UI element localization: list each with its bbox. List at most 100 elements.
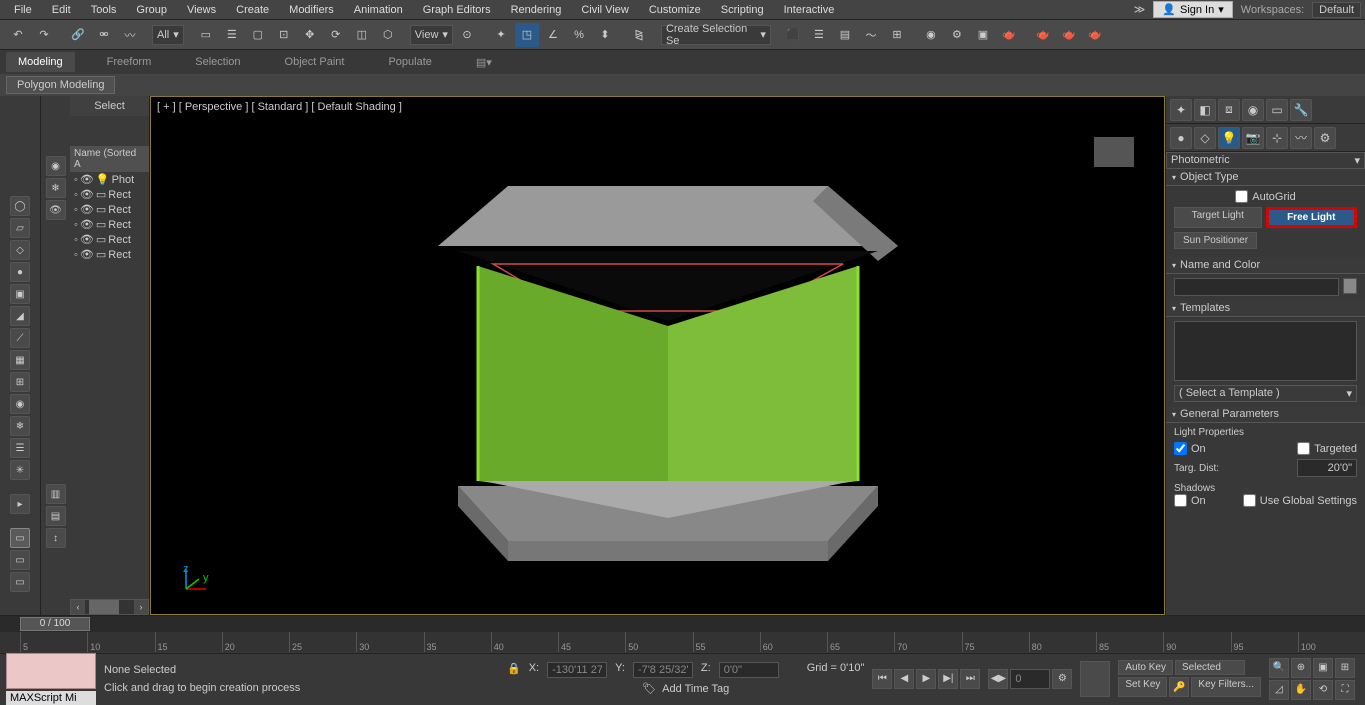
viewport[interactable]: [ + ] [ Perspective ] [ Standard ] [ Def… bbox=[150, 96, 1165, 615]
workspace-dropdown[interactable]: Default bbox=[1312, 2, 1361, 18]
snap-button[interactable]: ◳ bbox=[515, 23, 539, 47]
scene-hide-icon[interactable]: 👁 bbox=[46, 200, 66, 220]
key-filters-button[interactable]: Key Filters... bbox=[1191, 677, 1261, 697]
viewport-label[interactable]: [ + ] [ Perspective ] [ Standard ] [ Def… bbox=[157, 101, 402, 113]
display-bones-icon[interactable]: ⟋ bbox=[10, 328, 30, 348]
pan-button[interactable]: ✋ bbox=[1291, 680, 1311, 700]
time-slider[interactable]: 0 / 100 bbox=[0, 616, 1365, 632]
selection-lock-icon[interactable]: ▭ bbox=[10, 528, 30, 548]
menu-scripting[interactable]: Scripting bbox=[711, 2, 774, 18]
display-layer-icon[interactable]: ✳ bbox=[10, 460, 30, 480]
time-handle[interactable]: 0 / 100 bbox=[20, 617, 90, 631]
menu-modifiers[interactable]: Modifiers bbox=[279, 2, 344, 18]
menu-interactive[interactable]: Interactive bbox=[774, 2, 845, 18]
auto-key-button[interactable]: Auto Key bbox=[1118, 660, 1173, 675]
display-shapes-icon[interactable]: ◇ bbox=[10, 240, 30, 260]
light-on-checkbox[interactable] bbox=[1174, 442, 1187, 455]
pivot-button[interactable]: ⊙ bbox=[455, 23, 479, 47]
ribbon-selection[interactable]: Selection bbox=[183, 52, 252, 72]
autogrid-checkbox[interactable] bbox=[1235, 190, 1248, 203]
list-item[interactable]: ◦👁▭Rect bbox=[70, 232, 149, 247]
select-rotate-button[interactable]: ⟳ bbox=[324, 23, 348, 47]
list-item[interactable]: ◦👁▭Rect bbox=[70, 187, 149, 202]
targ-dist-input[interactable] bbox=[1297, 459, 1357, 477]
filter-dropdown[interactable]: All ▾ bbox=[152, 25, 184, 45]
x-input[interactable] bbox=[547, 662, 607, 678]
goto-end-button[interactable]: ⏭ bbox=[960, 669, 980, 689]
free-light-button[interactable]: Free Light bbox=[1266, 207, 1358, 228]
coord-dropdown[interactable]: View ▾ bbox=[410, 25, 453, 45]
menu-create[interactable]: Create bbox=[226, 2, 279, 18]
render-online-button[interactable]: 🫖 bbox=[1083, 23, 1107, 47]
select-window-button[interactable]: ⊡ bbox=[272, 23, 296, 47]
sun-positioner-button[interactable]: Sun Positioner bbox=[1174, 232, 1257, 249]
targeted-checkbox[interactable] bbox=[1297, 442, 1310, 455]
fov-button[interactable]: ◿ bbox=[1269, 680, 1289, 700]
template-dropdown[interactable]: ( Select a Template )▾ bbox=[1174, 385, 1357, 402]
menu-graph[interactable]: Graph Editors bbox=[413, 2, 501, 18]
ribbon-populate[interactable]: Populate bbox=[376, 52, 443, 72]
sign-in-button[interactable]: 👤 Sign In ▾ bbox=[1153, 1, 1232, 18]
link-button[interactable]: 🔗 bbox=[66, 23, 90, 47]
z-input[interactable] bbox=[719, 662, 779, 678]
material-editor-button[interactable]: ◉ bbox=[919, 23, 943, 47]
lights-icon[interactable]: 💡 bbox=[1218, 127, 1240, 149]
shapes-icon[interactable]: ◇ bbox=[1194, 127, 1216, 149]
render-setup-button[interactable]: ⚙ bbox=[945, 23, 969, 47]
selection-alt-icon[interactable]: ▭ bbox=[10, 550, 30, 570]
list-item[interactable]: ◦👁▭Rect bbox=[70, 247, 149, 262]
menu-civil[interactable]: Civil View bbox=[571, 2, 638, 18]
time-ruler[interactable]: 5 10 15 20 25 30 35 40 45 50 55 60 65 70… bbox=[0, 632, 1365, 652]
curve-editor-button[interactable]: 〜 bbox=[859, 23, 883, 47]
select-place-button[interactable]: ⬡ bbox=[376, 23, 400, 47]
name-color-header[interactable]: ▾Name and Color bbox=[1166, 257, 1365, 274]
scene-hscroll[interactable]: ‹ › bbox=[70, 599, 149, 615]
frame-input[interactable] bbox=[1010, 669, 1050, 689]
menu-rendering[interactable]: Rendering bbox=[501, 2, 572, 18]
play-button[interactable]: ▶ bbox=[916, 669, 936, 689]
scene-expand-icon[interactable]: ▥ bbox=[46, 484, 66, 504]
scene-display-icon[interactable]: ◉ bbox=[46, 156, 66, 176]
manip-button[interactable]: ✦ bbox=[489, 23, 513, 47]
list-item[interactable]: ◦👁💡Phot bbox=[70, 172, 149, 187]
select-object-button[interactable]: ▭ bbox=[194, 23, 218, 47]
bind-button[interactable]: 〰 bbox=[118, 23, 142, 47]
templates-header[interactable]: ▾Templates bbox=[1166, 300, 1365, 317]
set-key-big-button[interactable] bbox=[1080, 661, 1110, 697]
zoom-all-button[interactable]: ⊕ bbox=[1291, 658, 1311, 678]
render-button[interactable]: 🫖 bbox=[997, 23, 1021, 47]
redo-button[interactable]: ↷ bbox=[32, 23, 56, 47]
display-all-icon[interactable]: ◯ bbox=[10, 196, 30, 216]
menu-overflow-icon[interactable]: ≫ bbox=[1134, 3, 1146, 16]
general-params-header[interactable]: ▾General Parameters bbox=[1166, 406, 1365, 423]
menu-views[interactable]: Views bbox=[177, 2, 226, 18]
systems-icon[interactable]: ⚙ bbox=[1314, 127, 1336, 149]
render-prod-button[interactable]: 🫖 bbox=[1031, 23, 1055, 47]
ribbon-freeform[interactable]: Freeform bbox=[95, 52, 164, 72]
render-frame-button[interactable]: ▣ bbox=[971, 23, 995, 47]
select-name-button[interactable]: ☰ bbox=[220, 23, 244, 47]
polygon-modeling-tab[interactable]: Polygon Modeling bbox=[6, 76, 115, 94]
layer-explorer-button[interactable]: ▤ bbox=[833, 23, 857, 47]
display-geom-icon[interactable]: ▱ bbox=[10, 218, 30, 238]
menu-animation[interactable]: Animation bbox=[344, 2, 413, 18]
next-frame-button[interactable]: ▶| bbox=[938, 669, 958, 689]
select-rect-button[interactable]: ▢ bbox=[246, 23, 270, 47]
display-cameras-icon[interactable]: ▣ bbox=[10, 284, 30, 304]
display-helpers-icon[interactable]: ◢ bbox=[10, 306, 30, 326]
expand-icon[interactable]: ▸ bbox=[10, 494, 30, 514]
ribbon-objectpaint[interactable]: Object Paint bbox=[273, 52, 357, 72]
key-mode-dropdown[interactable]: Selected bbox=[1175, 660, 1245, 675]
menu-file[interactable]: File bbox=[4, 2, 42, 18]
set-key-button[interactable]: Set Key bbox=[1118, 677, 1167, 697]
maximize-button[interactable]: ⛶ bbox=[1335, 680, 1355, 700]
menu-group[interactable]: Group bbox=[126, 2, 177, 18]
maxscript-panel[interactable] bbox=[6, 653, 96, 689]
viewcube[interactable] bbox=[1094, 137, 1134, 167]
scene-collapse-icon[interactable]: ▤ bbox=[46, 506, 66, 526]
cameras-icon[interactable]: 📷 bbox=[1242, 127, 1264, 149]
list-header[interactable]: Name (Sorted A bbox=[70, 146, 149, 172]
add-time-tag[interactable]: Add Time Tag bbox=[662, 683, 729, 695]
scene-sort-icon[interactable]: ↕ bbox=[46, 528, 66, 548]
scroll-thumb[interactable] bbox=[89, 600, 119, 614]
